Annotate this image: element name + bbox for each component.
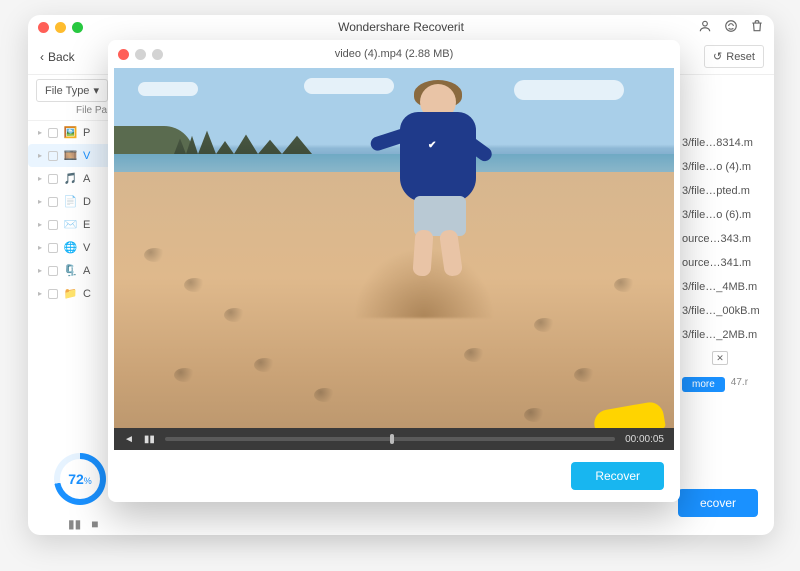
app-title: Wondershare Recoverit — [28, 20, 774, 34]
user-icon[interactable] — [698, 19, 712, 36]
file-type-dropdown[interactable]: File Type ▾ — [36, 79, 108, 102]
audio-icon: 🎵 — [64, 172, 77, 185]
sidebar-item-label: C — [83, 288, 91, 300]
reset-label: Reset — [726, 51, 755, 63]
file-path-cell[interactable]: 3/file…o (6).m — [682, 203, 768, 227]
video-area: ✔ ◄ ▮▮ 00:00:05 — [114, 68, 674, 450]
back-label: Back — [48, 50, 75, 64]
zoom-window-icon[interactable] — [72, 22, 83, 33]
checkbox[interactable] — [48, 128, 58, 138]
document-icon: 📄 — [64, 195, 77, 208]
stop-scan-button[interactable]: ■ — [91, 517, 98, 531]
checkbox[interactable] — [48, 151, 58, 161]
trash-icon[interactable] — [750, 19, 764, 36]
video-controls: ◄ ▮▮ 00:00:05 — [114, 428, 674, 450]
sidebar-item-label: V — [83, 150, 90, 162]
checkbox[interactable] — [48, 197, 58, 207]
close-preview-icon[interactable] — [118, 49, 129, 60]
filetype-label: File Type — [45, 85, 89, 97]
seek-thumb[interactable] — [390, 434, 394, 444]
sidebar-item-label: A — [83, 265, 90, 277]
preview-traffic-lights — [118, 49, 163, 60]
show-more-button[interactable]: more — [682, 377, 725, 392]
timecode: 00:00:05 — [625, 434, 664, 445]
expand-icon[interactable]: ▸ — [38, 151, 42, 160]
sidebar-item-label: E — [83, 219, 90, 231]
support-icon[interactable] — [724, 19, 738, 36]
expand-icon[interactable]: ▸ — [38, 289, 42, 298]
chevron-left-icon: ‹ — [40, 50, 44, 64]
pause-button[interactable]: ▮▮ — [144, 434, 155, 445]
file-path-cell[interactable]: ource…341.m — [682, 251, 768, 275]
reset-icon: ↺ — [713, 50, 722, 63]
seek-track[interactable] — [165, 437, 615, 441]
file-path-cell[interactable]: 3/file…_2MB.m — [682, 323, 768, 347]
checkbox[interactable] — [48, 243, 58, 253]
video-frame[interactable]: ✔ ◄ ▮▮ 00:00:05 — [114, 68, 674, 450]
file-path-column: 3/file…8314.m3/file…o (4).m3/file…pted.m… — [682, 125, 768, 398]
expand-icon[interactable]: ▸ — [38, 174, 42, 183]
file-path-cell[interactable]: 3/file…o (4).m — [682, 155, 768, 179]
back-button[interactable]: ‹ Back — [34, 48, 81, 66]
checkbox[interactable] — [48, 266, 58, 276]
checkbox[interactable] — [48, 220, 58, 230]
zoom-preview-icon[interactable] — [152, 49, 163, 60]
expand-icon[interactable]: ▸ — [38, 197, 42, 206]
photo-icon: 🖼️ — [64, 126, 77, 139]
sidebar-item-label: D — [83, 196, 91, 208]
titlebar: Wondershare Recoverit — [28, 15, 774, 39]
preview-footer: Recover — [108, 450, 680, 502]
scan-progress: 72% — [54, 453, 106, 505]
file-path-cell[interactable]: 3/file…_00kB.m — [682, 299, 768, 323]
reset-button[interactable]: ↺ Reset — [704, 45, 764, 68]
child-figure: ✔ — [370, 84, 490, 294]
chevron-down-icon: ▾ — [93, 84, 99, 97]
minimize-window-icon[interactable] — [55, 22, 66, 33]
sidebar-item-label: A — [83, 173, 90, 185]
file-path-cell[interactable]: 3/file…_4MB.m — [682, 275, 768, 299]
file-path-cell[interactable]: ource…343.m — [682, 227, 768, 251]
progress-suffix: % — [84, 476, 92, 486]
web-icon: 🌐 — [64, 241, 77, 254]
progress-percent: 72 — [68, 471, 84, 487]
archive-icon: 🗜️ — [64, 264, 77, 277]
recover-button-preview[interactable]: Recover — [571, 462, 664, 490]
expand-icon[interactable]: ▸ — [38, 243, 42, 252]
expand-icon[interactable]: ▸ — [38, 220, 42, 229]
traffic-lights — [38, 22, 83, 33]
sidebar-item-label: V — [83, 242, 90, 254]
close-tooltip-button[interactable]: ✕ — [712, 351, 728, 365]
preview-window: video (4).mp4 (2.88 MB) — [108, 40, 680, 502]
last-size-label: 47.r — [731, 377, 748, 388]
expand-icon[interactable]: ▸ — [38, 266, 42, 275]
file-path-cell[interactable]: 3/file…pted.m — [682, 179, 768, 203]
trees — [174, 128, 324, 154]
pause-scan-button[interactable]: ▮▮ — [68, 517, 81, 531]
email-icon: ✉️ — [64, 218, 77, 231]
other-icon: 📁 — [64, 287, 77, 300]
expand-icon[interactable]: ▸ — [38, 128, 42, 137]
preview-titlebar: video (4).mp4 (2.88 MB) — [108, 40, 680, 68]
scan-controls: ▮▮ ■ — [68, 517, 98, 531]
mute-button[interactable]: ◄ — [124, 434, 134, 445]
checkbox[interactable] — [48, 289, 58, 299]
preview-title: video (4).mp4 (2.88 MB) — [108, 48, 680, 60]
video-icon: 🎞️ — [64, 149, 77, 162]
checkbox[interactable] — [48, 174, 58, 184]
file-path-cell[interactable]: 3/file…8314.m — [682, 131, 768, 155]
minimize-preview-icon[interactable] — [135, 49, 146, 60]
close-window-icon[interactable] — [38, 22, 49, 33]
sidebar-item-label: P — [83, 127, 90, 139]
recover-button-main[interactable]: ecover — [678, 489, 758, 517]
